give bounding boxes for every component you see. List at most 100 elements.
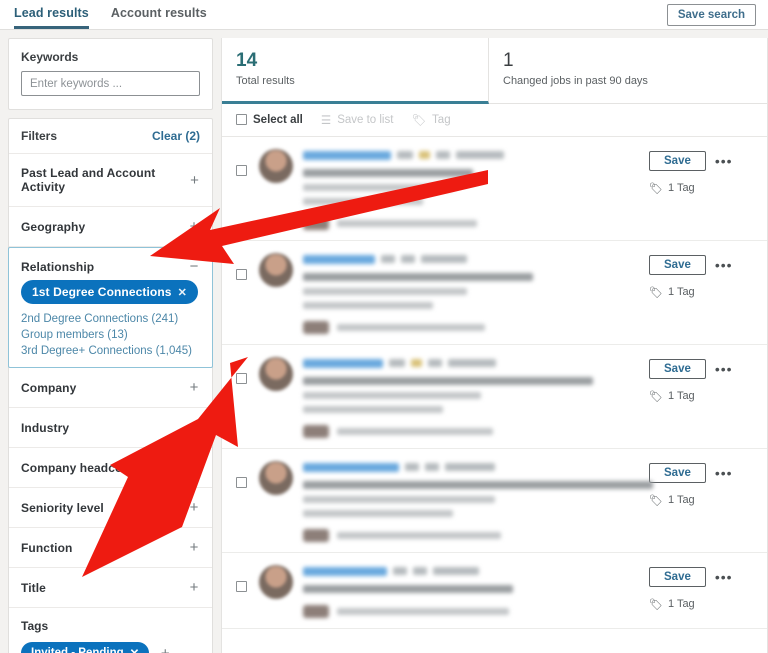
lead-location [303, 197, 423, 205]
filter-function[interactable]: Function + [9, 528, 212, 568]
filter-past-activity[interactable]: Past Lead and Account Activity + [9, 154, 212, 207]
lead-name[interactable] [303, 461, 649, 474]
stat-changed-jobs[interactable]: 1 Changed jobs in past 90 days [489, 38, 662, 103]
save-button[interactable]: Save [649, 358, 706, 379]
ellipsis-icon[interactable]: ••• [715, 258, 733, 272]
row-checkbox[interactable] [236, 580, 247, 592]
row-body [303, 149, 649, 230]
tag-icon: 🏷 [649, 286, 663, 299]
keywords-input[interactable] [21, 71, 200, 96]
filter-industry[interactable]: Industry + [9, 408, 212, 448]
row-checkbox-wrap [236, 461, 247, 542]
relationship-selected-chip-label: 1st Degree Connections [32, 285, 172, 299]
plus-icon: + [189, 218, 199, 235]
row-checkbox[interactable] [236, 164, 247, 176]
stat-changed-jobs-label: Changed jobs in past 90 days [503, 74, 648, 87]
results-panel: 14 Total results 1 Changed jobs in past … [221, 38, 768, 653]
row-tag-count-label: 1 Tag [667, 598, 695, 611]
row-tag-count: 🏷 1 Tag [649, 286, 753, 299]
avatar [259, 564, 293, 599]
add-tag-plus-icon[interactable]: + [159, 646, 171, 653]
save-button[interactable]: Save [649, 462, 706, 483]
lead-headline [303, 272, 533, 281]
row-save-row: Save ••• [649, 566, 753, 587]
tag-icon: 🏷 [411, 114, 427, 127]
keywords-card: Keywords [8, 38, 213, 110]
table-row[interactable]: Save ••• 🏷 1 Tag [222, 449, 767, 553]
filter-geography[interactable]: Geography + [9, 207, 212, 247]
select-all-control[interactable]: Select all [236, 114, 303, 126]
avatar [259, 252, 293, 287]
tab-lead-results[interactable]: Lead results [14, 0, 89, 29]
lead-name[interactable] [303, 357, 649, 370]
select-all-label: Select all [253, 113, 303, 126]
stat-changed-jobs-value: 1 [503, 50, 514, 71]
table-row[interactable]: Save ••• 🏷 1 Tag [222, 137, 767, 241]
relationship-selected-chip[interactable]: 1st Degree Connections ✕ [21, 280, 198, 304]
page-layout: Keywords Filters Clear (2) Past Lead and… [0, 30, 768, 653]
row-checkbox[interactable] [236, 372, 247, 384]
tag-chip-invited-pending[interactable]: Invited - Pending ✕ [21, 642, 150, 653]
filters-clear-button[interactable]: Clear (2) [152, 129, 200, 143]
results-list: Save ••• 🏷 1 Tag Save ••• 🏷 1 Tag Save ••• 🏷 1 Tag S… [222, 137, 767, 629]
shared-connections[interactable] [303, 320, 649, 334]
row-actions: Save ••• 🏷 1 Tag [649, 149, 753, 230]
select-all-checkbox[interactable] [236, 114, 247, 126]
ellipsis-icon[interactable]: ••• [715, 154, 733, 168]
save-button[interactable]: Save [649, 254, 706, 275]
avatar [259, 148, 293, 183]
shared-connections[interactable] [303, 604, 649, 618]
table-row[interactable]: Save ••• 🏷 1 Tag [222, 553, 767, 629]
row-checkbox-wrap [236, 149, 247, 230]
filter-seniority-level[interactable]: Seniority level + [9, 488, 212, 528]
row-checkbox[interactable] [236, 268, 247, 280]
lead-company-line [303, 287, 467, 295]
row-checkbox[interactable] [236, 476, 247, 488]
stat-total-results[interactable]: 14 Total results [222, 38, 489, 104]
filter-company[interactable]: Company + [9, 368, 212, 408]
filters-header: Filters Clear (2) [9, 119, 212, 154]
tab-lead-results-label: Lead results [14, 6, 89, 20]
relationship-options: 2nd Degree Connections (241) Group membe… [21, 313, 200, 357]
filters-title: Filters [21, 129, 58, 143]
filter-relationship-header[interactable]: Relationship − [9, 248, 212, 280]
filter-title[interactable]: Title + [9, 568, 212, 608]
filter-past-activity-label: Past Lead and Account Activity [21, 166, 156, 194]
row-save-row: Save ••• [649, 150, 753, 171]
results-stats: 14 Total results 1 Changed jobs in past … [222, 38, 767, 104]
shared-connections[interactable] [303, 216, 649, 230]
relationship-option-group-members[interactable]: Group members (13) [21, 329, 200, 341]
close-icon[interactable]: ✕ [178, 286, 187, 299]
save-button[interactable]: Save [649, 150, 706, 171]
table-row[interactable]: Save ••• 🏷 1 Tag [222, 345, 767, 449]
shared-connections[interactable] [303, 528, 649, 542]
ellipsis-icon[interactable]: ••• [715, 362, 733, 376]
filters-card: Filters Clear (2) Past Lead and Account … [8, 118, 213, 653]
filter-geography-label: Geography [21, 219, 86, 234]
lead-location [303, 301, 433, 309]
relationship-option-2nd[interactable]: 2nd Degree Connections (241) [21, 313, 200, 325]
lead-name[interactable] [303, 253, 649, 266]
close-icon[interactable]: ✕ [130, 646, 140, 653]
tab-list: Lead results Account results [14, 0, 207, 29]
tab-account-results[interactable]: Account results [111, 0, 207, 29]
filter-relationship-label: Relationship [21, 259, 95, 274]
filter-company-headcount-label: Company headcount [21, 460, 142, 475]
filter-company-headcount[interactable]: Company headcount + [9, 448, 212, 488]
row-body [303, 461, 653, 542]
tag-icon: 🏷 [649, 598, 663, 611]
plus-icon: + [189, 579, 199, 596]
ellipsis-icon[interactable]: ••• [715, 466, 733, 480]
save-search-button[interactable]: Save search [666, 4, 756, 26]
table-row[interactable]: Save ••• 🏷 1 Tag [222, 241, 767, 345]
save-button[interactable]: Save [649, 566, 706, 587]
lead-name[interactable] [303, 149, 649, 162]
shared-connections[interactable] [303, 424, 649, 438]
ellipsis-icon[interactable]: ••• [715, 570, 733, 584]
tag-label: Tag [432, 113, 451, 126]
lead-name[interactable] [303, 565, 649, 578]
filter-company-label: Company [21, 380, 77, 395]
relationship-option-3rd[interactable]: 3rd Degree+ Connections (1,045) [21, 345, 200, 357]
row-actions: Save ••• 🏷 1 Tag [649, 565, 753, 618]
lead-location [303, 405, 443, 413]
